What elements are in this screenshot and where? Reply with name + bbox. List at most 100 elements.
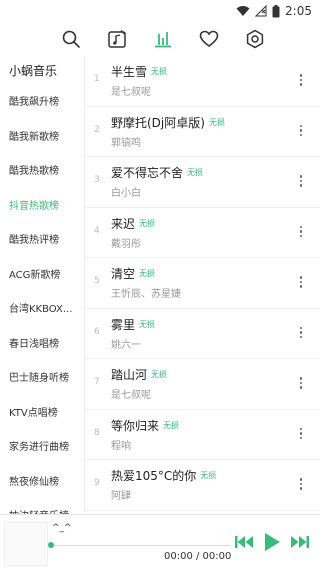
play-icon bbox=[265, 533, 280, 551]
sidebar-item[interactable]: 春日浅唱榜 bbox=[0, 328, 84, 363]
song-index: 4 bbox=[94, 225, 100, 236]
sidebar-item[interactable]: 酷我飙升榜 bbox=[0, 86, 84, 121]
charts-button[interactable] bbox=[150, 26, 176, 52]
progress-bar[interactable] bbox=[48, 542, 230, 548]
more-vert-icon-dot bbox=[299, 184, 303, 187]
song-title-line: 雾里 无损 bbox=[111, 316, 155, 333]
lossless-badge: 无损 bbox=[208, 117, 225, 127]
more-options-button[interactable] bbox=[294, 169, 308, 193]
lossless-badge: 无损 bbox=[139, 269, 156, 278]
progress-knob[interactable] bbox=[48, 542, 54, 548]
more-vert-icon bbox=[299, 276, 303, 279]
more-vert-icon-dot bbox=[299, 179, 303, 183]
sidebar-item[interactable]: 台湾KKBOX... bbox=[0, 293, 84, 328]
sidebar-item[interactable]: 酷我热评榜 bbox=[0, 224, 84, 259]
more-vert-icon-dot bbox=[299, 129, 303, 132]
song-title-line: 热爱105°C的你 无损 bbox=[111, 467, 216, 484]
more-vert-icon bbox=[299, 326, 303, 330]
song-title: 半生雪 bbox=[111, 65, 148, 79]
more-vert-icon-dot bbox=[299, 335, 303, 339]
sidebar-item[interactable]: KTV点唱榜 bbox=[0, 397, 84, 432]
more-vert-icon bbox=[299, 124, 303, 128]
lossless-badge: 无损 bbox=[139, 218, 156, 228]
lossless-badge: 无损 bbox=[139, 319, 156, 329]
song-index: 8 bbox=[94, 427, 100, 438]
song-title: 热爱105°C的你 bbox=[111, 469, 197, 483]
song-artist: 阿肆 bbox=[111, 491, 131, 502]
more-options-button[interactable] bbox=[294, 220, 308, 244]
song-row[interactable]: 9 热爱105°C的你 无损阿肆 bbox=[84, 460, 320, 511]
music-library-button[interactable] bbox=[104, 26, 130, 52]
more-options-button[interactable] bbox=[294, 371, 308, 395]
skip-next-icon bbox=[291, 536, 309, 548]
sidebar-item[interactable]: 熬夜修仙榜 bbox=[0, 466, 84, 501]
song-row[interactable]: 7 踏山河 无损 是七叔呢 bbox=[84, 359, 320, 410]
play-button[interactable] bbox=[261, 531, 283, 553]
more-vert-icon-dot bbox=[299, 386, 303, 389]
more-options-button[interactable] bbox=[294, 270, 308, 294]
more-vert-icon bbox=[299, 74, 303, 77]
heart-icon bbox=[199, 30, 219, 47]
song-artist: 白小白 bbox=[111, 188, 141, 199]
status-time: 2:05 bbox=[285, 4, 312, 18]
more-vert-icon-dot bbox=[299, 78, 303, 82]
favorites-button[interactable] bbox=[196, 26, 222, 52]
song-title: 清空 bbox=[111, 267, 136, 281]
music-note-icon bbox=[108, 30, 126, 48]
more-vert-icon-dot bbox=[299, 432, 303, 435]
more-vert-icon-dot bbox=[299, 487, 303, 490]
previous-button[interactable] bbox=[233, 531, 255, 553]
sidebar-item[interactable]: 酷我新歌榜 bbox=[0, 121, 84, 156]
song-row[interactable]: 3 爱不得忘不舍 无损 白小白 bbox=[84, 157, 320, 208]
song-row[interactable]: 4 来迟 无损戴羽彤 bbox=[84, 208, 320, 258]
song-row[interactable]: 6 雾里 无损 姚六一 bbox=[84, 309, 320, 359]
more-options-button[interactable] bbox=[294, 68, 308, 92]
search-button[interactable] bbox=[58, 26, 84, 52]
no-signal-icon bbox=[255, 5, 267, 17]
lossless-badge: 无损 bbox=[200, 471, 217, 480]
sidebar-item[interactable]: 酷我热歌榜 bbox=[0, 155, 84, 190]
skip-previous-icon bbox=[235, 536, 253, 548]
song-title-line: 来迟 无损 bbox=[111, 215, 155, 232]
sidebar-item[interactable]: 家务进行曲榜 bbox=[0, 431, 84, 466]
song-row[interactable]: 2 野摩托(Dj阿卓版) 无损 郭镐鸣 bbox=[84, 107, 320, 157]
more-options-button[interactable] bbox=[294, 422, 308, 446]
song-title-line: 半生雪 无损 bbox=[111, 63, 167, 80]
more-options-button[interactable] bbox=[294, 321, 308, 345]
status-bar: 2:05 bbox=[0, 0, 320, 24]
song-title: 爱不得忘不舍 bbox=[111, 166, 184, 180]
app-title: 小蜗音乐 bbox=[9, 64, 58, 78]
lossless-badge: 无损 bbox=[163, 420, 180, 430]
song-artist: 程响 bbox=[111, 440, 131, 452]
song-artist: 是七叔呢 bbox=[111, 390, 151, 401]
sidebar-item[interactable]: ACG新歌榜 bbox=[0, 259, 84, 294]
song-row[interactable]: 8 等你归来 无损 程响 bbox=[84, 410, 320, 460]
more-options-button[interactable] bbox=[294, 472, 308, 496]
album-cover[interactable] bbox=[4, 522, 48, 566]
chart-sidebar: 小蜗音乐 酷我飙升榜 酷我新歌榜 酷我热歌榜 抖音热歌榜 酷我热评榜 ACG新歌榜 台湾KK… bbox=[0, 56, 85, 522]
song-index: 9 bbox=[94, 478, 100, 488]
song-title-line: 爱不得忘不舍 无损 bbox=[111, 164, 203, 181]
more-vert-icon-dot bbox=[299, 83, 303, 86]
song-row[interactable]: 1 半生雪 无损 是七叔呢 bbox=[84, 56, 320, 107]
more-vert-icon bbox=[299, 478, 303, 481]
song-title: 雾里 bbox=[111, 317, 136, 332]
song-index: 2 bbox=[94, 124, 100, 135]
settings-button[interactable] bbox=[242, 26, 268, 52]
sidebar-item[interactable]: 抖音热歌榜 bbox=[0, 190, 84, 225]
current-track-name: ^_^ bbox=[52, 523, 72, 533]
song-title-line: 清空 无损 bbox=[111, 265, 155, 282]
song-index: 7 bbox=[94, 377, 100, 387]
song-index: 5 bbox=[94, 276, 100, 286]
song-title: 踏山河 bbox=[111, 368, 148, 382]
more-vert-icon-dot bbox=[299, 381, 303, 385]
settings-icon bbox=[246, 29, 264, 49]
sidebar-item[interactable]: 巴士随身听榜 bbox=[0, 362, 84, 397]
song-artist: 戴羽彤 bbox=[111, 238, 141, 250]
song-title-line: 野摩托(Dj阿卓版) 无损 bbox=[111, 114, 225, 131]
wifi-icon bbox=[236, 6, 250, 16]
more-options-button[interactable] bbox=[294, 119, 308, 143]
next-button[interactable] bbox=[289, 531, 311, 553]
lossless-badge: 无损 bbox=[151, 67, 168, 76]
song-row[interactable]: 5 清空 无损 王忻辰、苏星婕 bbox=[84, 258, 320, 309]
